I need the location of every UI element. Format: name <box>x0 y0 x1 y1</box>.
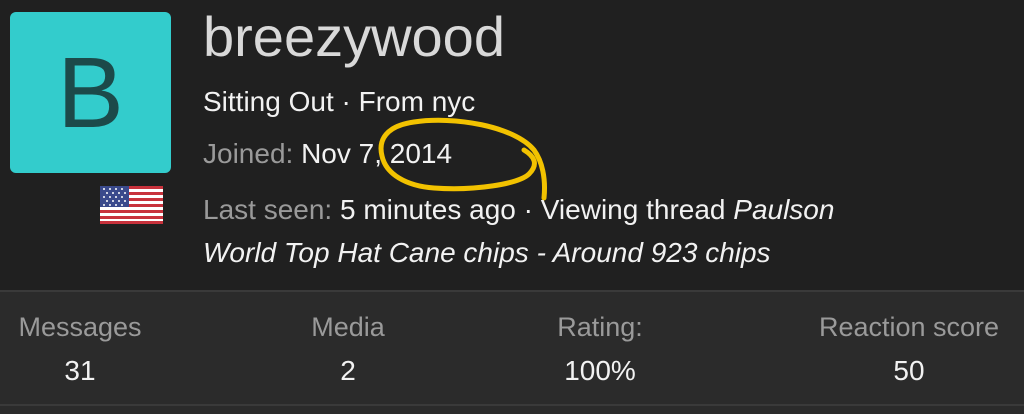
separator: · <box>341 86 351 117</box>
thread-line: World Top Hat Cane chips - Around 923 ch… <box>203 235 771 271</box>
status-line: Sitting Out · From nyc <box>203 84 475 120</box>
joined-label: Joined: <box>203 138 294 169</box>
stat-media[interactable]: Media 2 <box>288 310 408 388</box>
status-text: Sitting Out <box>203 86 334 117</box>
stat-value: 31 <box>64 355 96 386</box>
last-seen-line: Last seen: 5 minutes ago · Viewing threa… <box>203 192 834 228</box>
stat-rating: Rating: 100% <box>540 310 660 388</box>
stat-reaction-score[interactable]: Reaction score 50 <box>805 310 1013 388</box>
stat-messages[interactable]: Messages 31 <box>10 310 150 388</box>
profile-header: B breezywood Sitting Out · From nyc Join… <box>0 0 1024 290</box>
username[interactable]: breezywood <box>203 4 505 70</box>
stat-value: 50 <box>893 355 925 386</box>
thread-link-part1[interactable]: Paulson <box>733 194 834 225</box>
last-seen-label: Last seen: <box>203 194 333 225</box>
stat-value: 2 <box>340 355 356 386</box>
stat-value: 100% <box>564 355 636 386</box>
location-text: From nyc <box>358 86 476 117</box>
activity-prefix: · Viewing thread <box>523 194 726 225</box>
stat-label: Reaction score <box>818 312 1000 342</box>
stat-label: Rating: <box>557 312 643 342</box>
us-flag-icon <box>100 186 163 224</box>
avatar[interactable]: B <box>10 12 171 173</box>
avatar-letter: B <box>57 36 124 149</box>
bottom-divider <box>0 404 1024 406</box>
last-seen-time: 5 minutes ago <box>339 194 516 225</box>
stat-label: Messages <box>18 312 142 342</box>
stat-label: Media <box>311 312 385 342</box>
thread-link-part2[interactable]: World Top Hat Cane chips - Around 923 ch… <box>203 237 771 268</box>
stats-bar: Messages 31 Media 2 Rating: 100% Reactio… <box>0 292 1024 414</box>
